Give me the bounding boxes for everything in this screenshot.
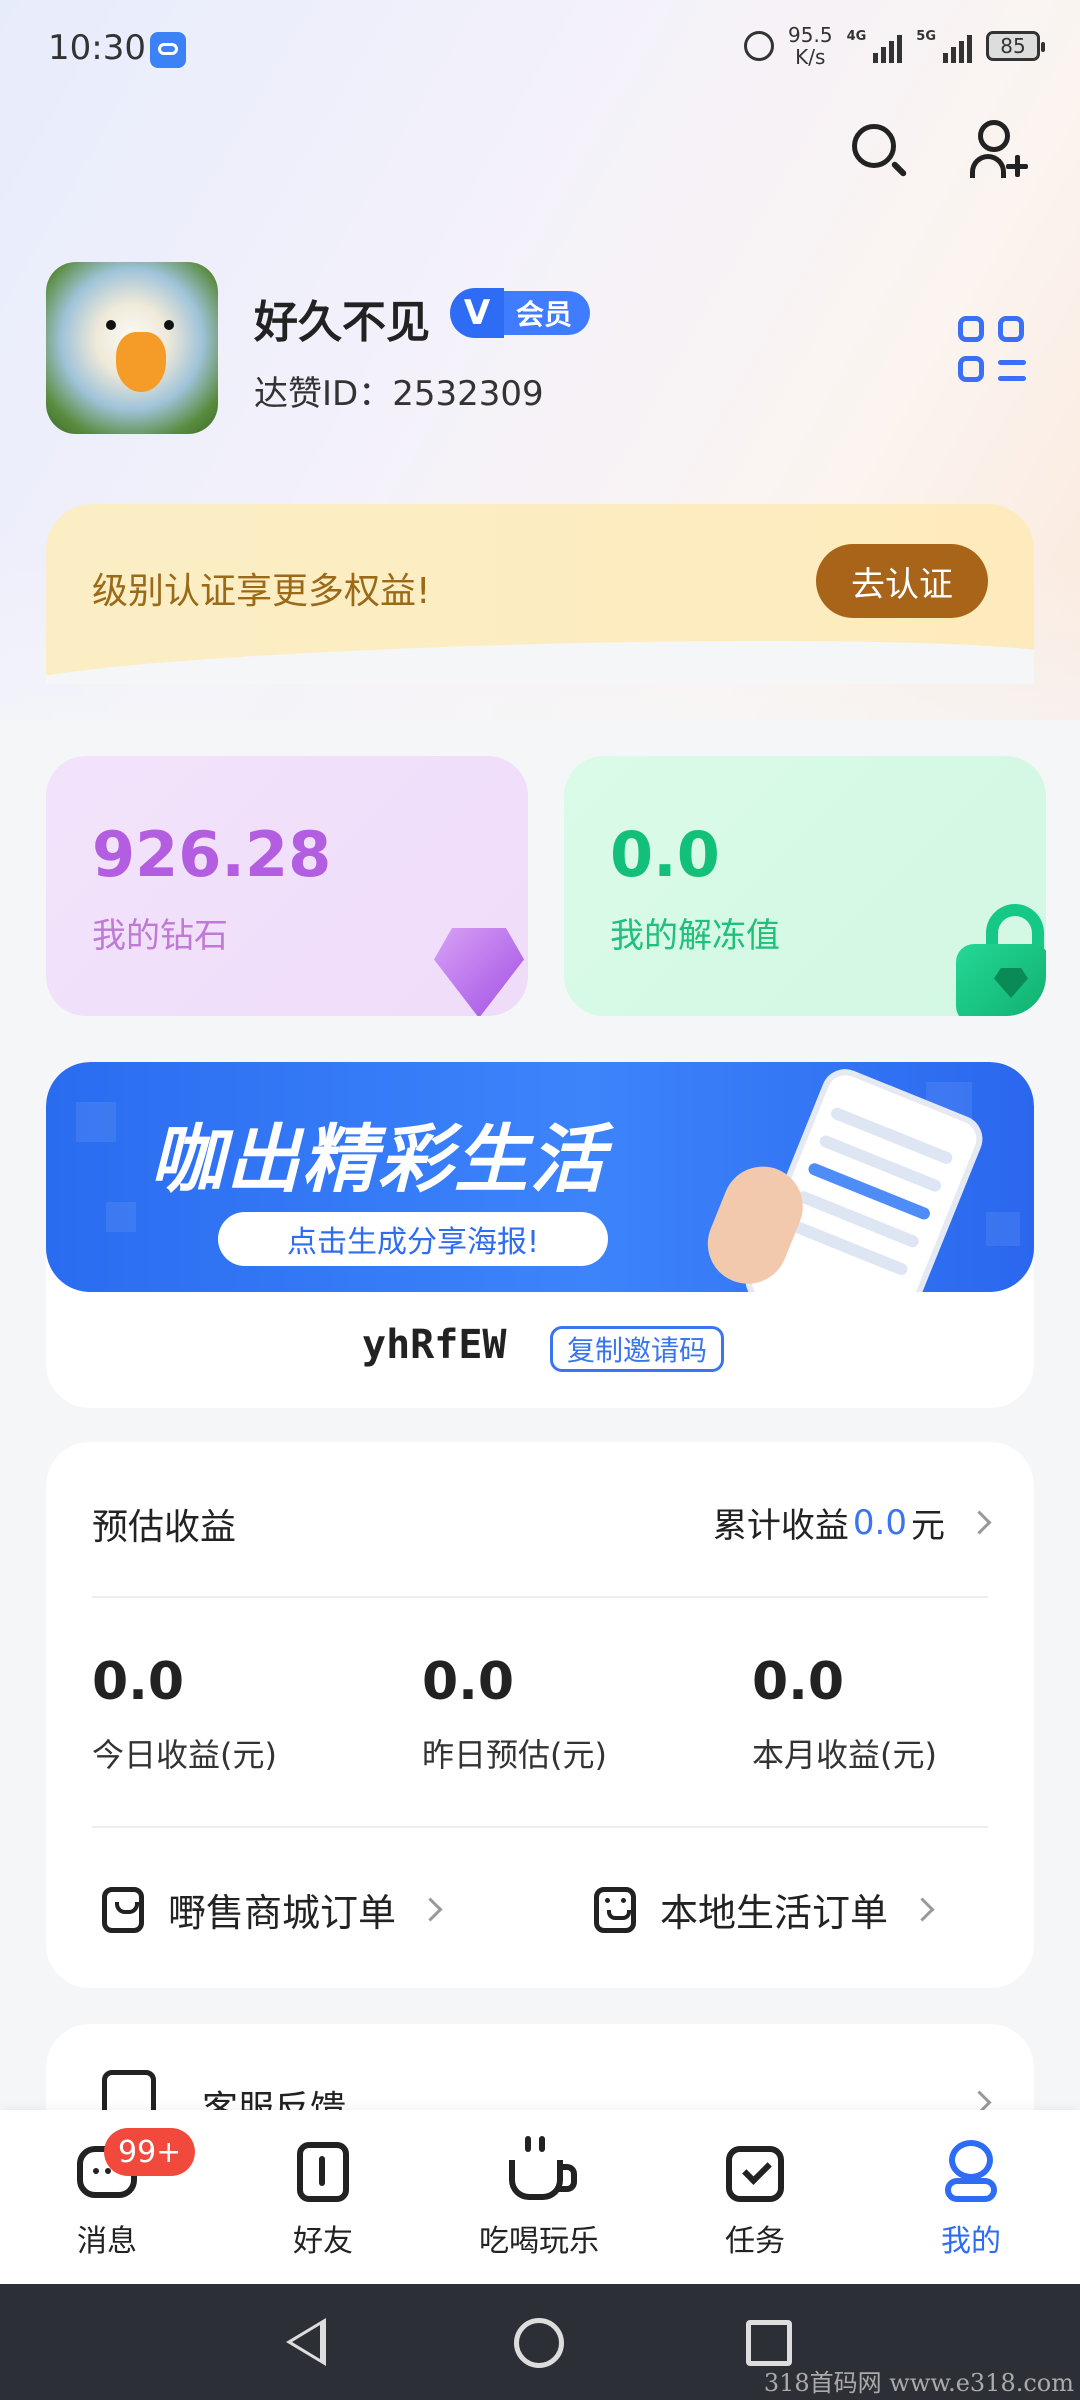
total-earnings-link[interactable]: 累计收益 0.0 元 [712,1498,992,1547]
divider [92,1826,988,1828]
mall-orders-label: 嘢售商城订单 [168,1891,397,1935]
share-banner[interactable]: 咖出精彩生活 点击生成分享海报! [46,1062,1034,1292]
phone-illustration [695,1062,1034,1292]
watermark: 318首码网 www.e318.com [763,2369,1074,2397]
alarm-icon [744,31,775,61]
tab-mine-label: 我的 [941,2224,1001,2259]
stat-today: 0.0 今日收益(元) [92,1652,277,1776]
unfreeze-label: 我的解冻值 [610,916,780,956]
friends-icon [291,2140,355,2204]
net-speed-value: 95.5 [788,23,833,47]
system-nav-bar: 318首码网 www.e318.com [0,2284,1080,2400]
vip-label: 会员 [504,291,591,335]
home-icon[interactable] [514,2318,564,2368]
tab-messages-label: 消息 [77,2224,137,2259]
generate-poster-button[interactable]: 点击生成分享海报! [218,1212,608,1266]
tab-friends-label: 好友 [293,2224,353,2259]
earnings-title: 预估收益 [92,1507,237,1548]
certification-text: 级别认证享更多权益! [92,571,431,612]
stat-yesterday: 0.0 昨日预估(元) [422,1652,607,1776]
stat-today-value: 0.0 [92,1652,185,1712]
unfreeze-card[interactable]: 0.0 我的解冻值 [564,756,1046,1016]
signal-5g-label: 5G [916,29,936,44]
diamond-card[interactable]: 926.28 我的钻石 [46,756,528,1016]
diamond-icon [424,914,528,1016]
vip-v-icon: V [450,288,504,338]
chevron-right-icon [418,1897,443,1922]
profile-icon [939,2140,1003,2204]
add-friend-icon[interactable] [966,118,1030,182]
recent-apps-icon[interactable] [746,2320,792,2366]
battery-icon: 85 [986,31,1045,61]
copy-invite-code-button[interactable]: 复制邀请码 [550,1326,725,1372]
search-icon[interactable] [846,118,910,182]
lock-icon [950,904,1046,1016]
status-indicators: 95.5 K/s 4G 5G 85 [744,24,1045,68]
chevron-right-icon [967,1510,992,1535]
stat-yesterday-value: 0.0 [422,1652,515,1712]
mall-orders-link[interactable]: 嘢售商城订单 [102,1882,443,1937]
total-earnings-unit: 元 [911,1506,945,1546]
certify-button[interactable]: 去认证 [816,544,988,618]
chevron-right-icon [910,1897,935,1922]
share-promo-card: 咖出精彩生活 点击生成分享海报! yhRfEW 复制邀请码 [46,1062,1034,1408]
avatar[interactable] [46,262,218,434]
signal-4g-icon: 4G [847,29,903,63]
app-notification-icon [150,32,186,68]
local-orders-label: 本地生活订单 [660,1891,889,1935]
local-life-icon [594,1886,636,1933]
total-earnings-value: 0.0 [852,1502,907,1543]
stat-month: 0.0 本月收益(元) [752,1652,937,1776]
local-orders-link[interactable]: 本地生活订单 [594,1882,935,1937]
tab-entertainment-label: 吃喝玩乐 [479,2224,599,2259]
status-bar: 10:30 95.5 K/s 4G 5G 85 [0,0,1080,100]
tab-tasks[interactable]: 任务 [680,2140,830,2260]
vip-badge[interactable]: V 会员 [450,288,591,338]
certification-banner: 级别认证享更多权益! 去认证 [46,504,1034,684]
stat-yesterday-label: 昨日预估(元) [422,1736,607,1774]
cup-icon [507,2136,577,2204]
tab-mine[interactable]: 我的 [896,2140,1046,2260]
tab-friends[interactable]: 好友 [248,2140,398,2260]
earnings-card: 预估收益 累计收益 0.0 元 0.0 今日收益(元) 0.0 昨日预估(元) … [46,1442,1034,1988]
net-speed: 95.5 K/s [788,24,833,68]
stat-today-label: 今日收益(元) [92,1736,277,1774]
tab-entertainment[interactable]: 吃喝玩乐 [464,2136,614,2260]
total-earnings-prefix: 累计收益 [712,1506,849,1546]
divider [92,1596,988,1598]
unfreeze-value: 0.0 [610,818,720,891]
username: 好久不见 [254,297,430,348]
shopping-bag-icon [102,1886,144,1933]
message-count-badge: 99+ [104,2128,196,2176]
task-icon [723,2140,787,2204]
net-speed-unit: K/s [795,45,826,69]
user-id: 达赞ID：2532309 [254,374,544,414]
signal-4g-label: 4G [846,29,867,44]
qr-code-icon[interactable] [958,316,1026,384]
invite-code: yhRfEW [362,1322,507,1368]
stat-month-value: 0.0 [752,1652,845,1712]
tab-tasks-label: 任务 [725,2224,785,2259]
stat-month-label: 本月收益(元) [752,1736,937,1774]
promo-title: 咖出精彩生活 [150,1117,606,1203]
back-icon[interactable] [286,2318,326,2366]
diamond-value: 926.28 [92,818,332,891]
status-time: 10:30 [48,28,146,68]
diamond-label: 我的钻石 [92,916,228,956]
signal-5g-icon: 5G [916,29,972,63]
